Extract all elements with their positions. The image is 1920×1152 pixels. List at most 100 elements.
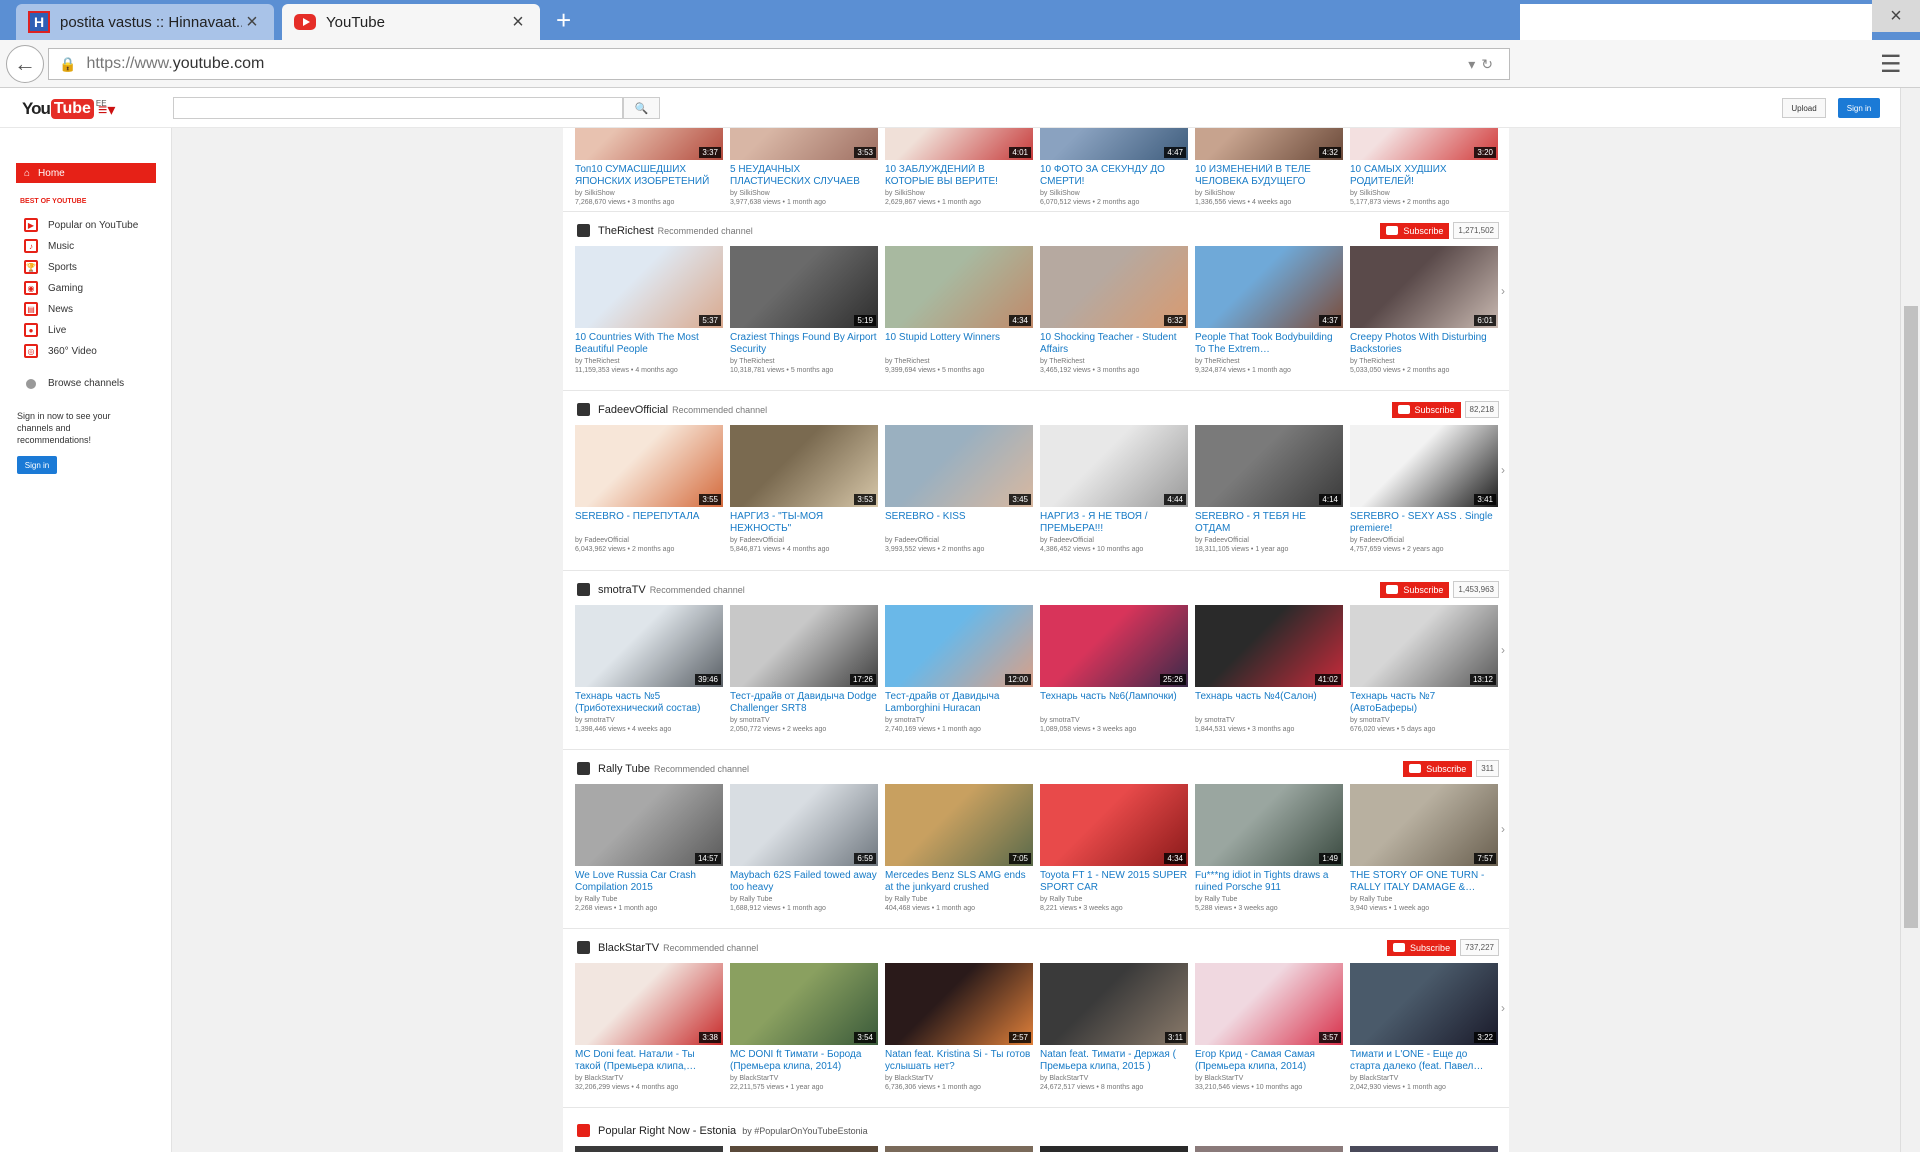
video-channel[interactable]: by BlackStarTV — [885, 1075, 1033, 1082]
shelf-next-arrow-icon[interactable]: › — [1501, 284, 1505, 298]
video-thumbnail[interactable]: 1:49 — [1195, 784, 1343, 866]
video-title[interactable]: Технарь часть №6(Лампочки) — [1040, 691, 1188, 715]
channel-avatar[interactable] — [577, 583, 590, 596]
video-item[interactable]: 17:26 Тест-драйв от Давидыча Dodge Chall… — [730, 605, 878, 733]
video-channel[interactable]: by BlackStarTV — [1350, 1075, 1498, 1082]
sidebar-sign-in-button[interactable]: Sign in — [17, 456, 57, 474]
video-channel[interactable]: by TheRichest — [1350, 358, 1498, 365]
window-close-icon[interactable]: × — [1872, 0, 1920, 32]
video-thumbnail[interactable]: 17:26 — [730, 605, 878, 687]
video-item[interactable]: 3:41 SEREBRO - SEXY ASS . Single premier… — [1350, 425, 1498, 553]
video-channel[interactable]: by SilkiShow — [885, 190, 1033, 197]
video-title[interactable]: Технарь часть №4(Салон) — [1195, 691, 1343, 715]
video-title[interactable]: Технарь часть №5 (Триботехнический соста… — [575, 691, 723, 715]
video-thumbnail[interactable]: 3:20 — [1350, 128, 1498, 160]
video-title[interactable]: Creepy Photos With Disturbing Backstorie… — [1350, 332, 1498, 356]
video-thumbnail[interactable]: 13:12 — [1350, 605, 1498, 687]
video-channel[interactable]: by TheRichest — [575, 358, 723, 365]
video-thumbnail[interactable]: 6:32 — [1040, 246, 1188, 328]
video-thumbnail[interactable]: 3:55 — [575, 425, 723, 507]
popular-tag[interactable]: by #PopularOnYouTubeEstonia — [742, 1126, 867, 1136]
video-thumbnail[interactable]: 3:11 — [1040, 963, 1188, 1045]
video-title[interactable]: Тест-драйв от Давидыча Lamborghini Hurac… — [885, 691, 1033, 715]
subscribe-button[interactable]: Subscribe — [1391, 401, 1461, 418]
tab-youtube[interactable]: YouTube × — [282, 4, 540, 40]
video-channel[interactable]: by Rally Tube — [1040, 896, 1188, 903]
video-channel[interactable]: by BlackStarTV — [730, 1075, 878, 1082]
channel-avatar[interactable] — [577, 224, 590, 237]
video-title[interactable]: THE STORY OF ONE TURN - RALLY ITALY DAMA… — [1350, 870, 1498, 894]
video-title[interactable]: НАРГИЗ - "ТЫ-МОЯ НЕЖНОСТЬ" — [730, 511, 878, 535]
video-title[interactable]: MC DONI ft Тимати - Борода (Премьера кли… — [730, 1049, 878, 1073]
video-title[interactable]: Fu***ng idiot in Tights draws a ruined P… — [1195, 870, 1343, 894]
video-item[interactable]: 39:46 Технарь часть №5 (Триботехнический… — [575, 605, 723, 733]
channel-avatar[interactable] — [577, 403, 590, 416]
video-channel[interactable]: by Rally Tube — [730, 896, 878, 903]
upload-button[interactable]: Upload — [1782, 98, 1826, 118]
video-item[interactable]: 2:57 Natan feat. Kristina Si - Ты готов … — [885, 963, 1033, 1091]
video-thumbnail[interactable]: 7:05 — [885, 784, 1033, 866]
video-channel[interactable]: by SilkiShow — [730, 190, 878, 197]
video-channel[interactable]: by SilkiShow — [1195, 190, 1343, 197]
video-item[interactable]: 4:47 10 ФОТО ЗА СЕКУНДУ ДО СМЕРТИ! by Si… — [1040, 128, 1188, 206]
guide-item-gaming[interactable]: ◉ Gaming — [24, 281, 83, 295]
video-item[interactable]: 3:53 5 НЕУДАЧНЫХ ПЛАСТИЧЕСКИХ СЛУЧАЕВ by… — [730, 128, 878, 206]
video-channel[interactable]: by SilkiShow — [575, 190, 723, 197]
video-title[interactable]: Maybach 62S Failed towed away too heavy — [730, 870, 878, 894]
video-channel[interactable]: by SilkiShow — [1350, 190, 1498, 197]
video-item[interactable]: 3:20 10 САМЫХ ХУДШИХ РОДИТЕЛЕЙ! by Silki… — [1350, 128, 1498, 206]
video-thumbnail[interactable]: 2:57 — [885, 963, 1033, 1045]
video-thumbnail[interactable]: 39:46 — [575, 605, 723, 687]
video-channel[interactable]: by smotraTV — [885, 717, 1033, 724]
video-thumbnail[interactable]: 4:37 — [1195, 246, 1343, 328]
video-thumbnail[interactable]: 25:26 — [1040, 605, 1188, 687]
browse-channels-link[interactable]: Browse channels — [26, 378, 124, 389]
search-input[interactable] — [173, 97, 623, 119]
channel-name[interactable]: FadeevOfficial — [598, 404, 668, 416]
video-thumbnail[interactable]: 7:57 — [1350, 784, 1498, 866]
video-thumbnail[interactable]: 4:32 — [1195, 128, 1343, 160]
video-title[interactable]: Toyota FT 1 - NEW 2015 SUPER SPORT CAR — [1040, 870, 1188, 894]
video-title[interactable]: 10 Countries With The Most Beautiful Peo… — [575, 332, 723, 356]
youtube-logo[interactable]: You Tube EE — [22, 99, 107, 119]
video-channel[interactable]: by TheRichest — [730, 358, 878, 365]
channel-avatar[interactable] — [577, 762, 590, 775]
video-thumbnail[interactable]: 4:01 — [885, 128, 1033, 160]
partial-thumbnail[interactable] — [1195, 1146, 1343, 1152]
hamburger-menu-icon[interactable]: ☰ — [1880, 50, 1906, 79]
video-channel[interactable]: by SilkiShow — [1040, 190, 1188, 197]
video-thumbnail[interactable]: 4:44 — [1040, 425, 1188, 507]
channel-avatar[interactable] — [577, 941, 590, 954]
video-item[interactable]: 4:01 10 ЗАБЛУЖДЕНИЙ В КОТОРЫЕ ВЫ ВЕРИТЕ!… — [885, 128, 1033, 206]
video-title[interactable]: SEREBRO - Я ТЕБЯ НЕ ОТДАМ — [1195, 511, 1343, 535]
close-tab-icon[interactable]: × — [242, 11, 262, 34]
scrollbar-thumb[interactable] — [1904, 306, 1918, 928]
new-tab-icon[interactable]: + — [556, 6, 571, 34]
video-title[interactable]: Топ10 СУМАСШЕДШИХ ЯПОНСКИХ ИЗОБРЕТЕНИЙ — [575, 164, 723, 188]
video-item[interactable]: 7:57 THE STORY OF ONE TURN - RALLY ITALY… — [1350, 784, 1498, 912]
video-title[interactable]: 10 ФОТО ЗА СЕКУНДУ ДО СМЕРТИ! — [1040, 164, 1188, 188]
video-item[interactable]: 4:32 10 ИЗМЕНЕНИЙ В ТЕЛЕ ЧЕЛОВЕКА БУДУЩЕ… — [1195, 128, 1343, 206]
video-title[interactable]: 10 Stupid Lottery Winners — [885, 332, 1033, 356]
shelf-next-arrow-icon[interactable]: › — [1501, 643, 1505, 657]
video-channel[interactable]: by TheRichest — [1195, 358, 1343, 365]
video-item[interactable]: 3:37 Топ10 СУМАСШЕДШИХ ЯПОНСКИХ ИЗОБРЕТЕ… — [575, 128, 723, 206]
video-thumbnail[interactable]: 3:45 — [885, 425, 1033, 507]
video-channel[interactable]: by smotraTV — [575, 717, 723, 724]
partial-thumbnail[interactable] — [575, 1146, 723, 1152]
video-item[interactable]: 6:01 Creepy Photos With Disturbing Backs… — [1350, 246, 1498, 374]
address-bar[interactable]: 🔒 https://www. youtube.com ▾↻ — [48, 48, 1510, 80]
subscribe-button[interactable]: Subscribe — [1380, 222, 1450, 239]
video-item[interactable]: 6:32 10 Shocking Teacher - Student Affai… — [1040, 246, 1188, 374]
video-thumbnail[interactable]: 4:34 — [1040, 784, 1188, 866]
video-title[interactable]: We Love Russia Car Crash Compilation 201… — [575, 870, 723, 894]
video-thumbnail[interactable]: 3:54 — [730, 963, 878, 1045]
guide-item-news[interactable]: ▤ News — [24, 302, 73, 316]
video-thumbnail[interactable]: 4:34 — [885, 246, 1033, 328]
video-title[interactable]: 10 ЗАБЛУЖДЕНИЙ В КОТОРЫЕ ВЫ ВЕРИТЕ! — [885, 164, 1033, 188]
popular-title[interactable]: Popular Right Now - Estonia — [598, 1125, 736, 1137]
video-thumbnail[interactable]: 6:59 — [730, 784, 878, 866]
video-channel[interactable]: by BlackStarTV — [1040, 1075, 1188, 1082]
video-title[interactable]: Егор Крид - Самая Самая (Премьера клипа,… — [1195, 1049, 1343, 1073]
search-icon[interactable]: 🔍 — [623, 97, 660, 119]
